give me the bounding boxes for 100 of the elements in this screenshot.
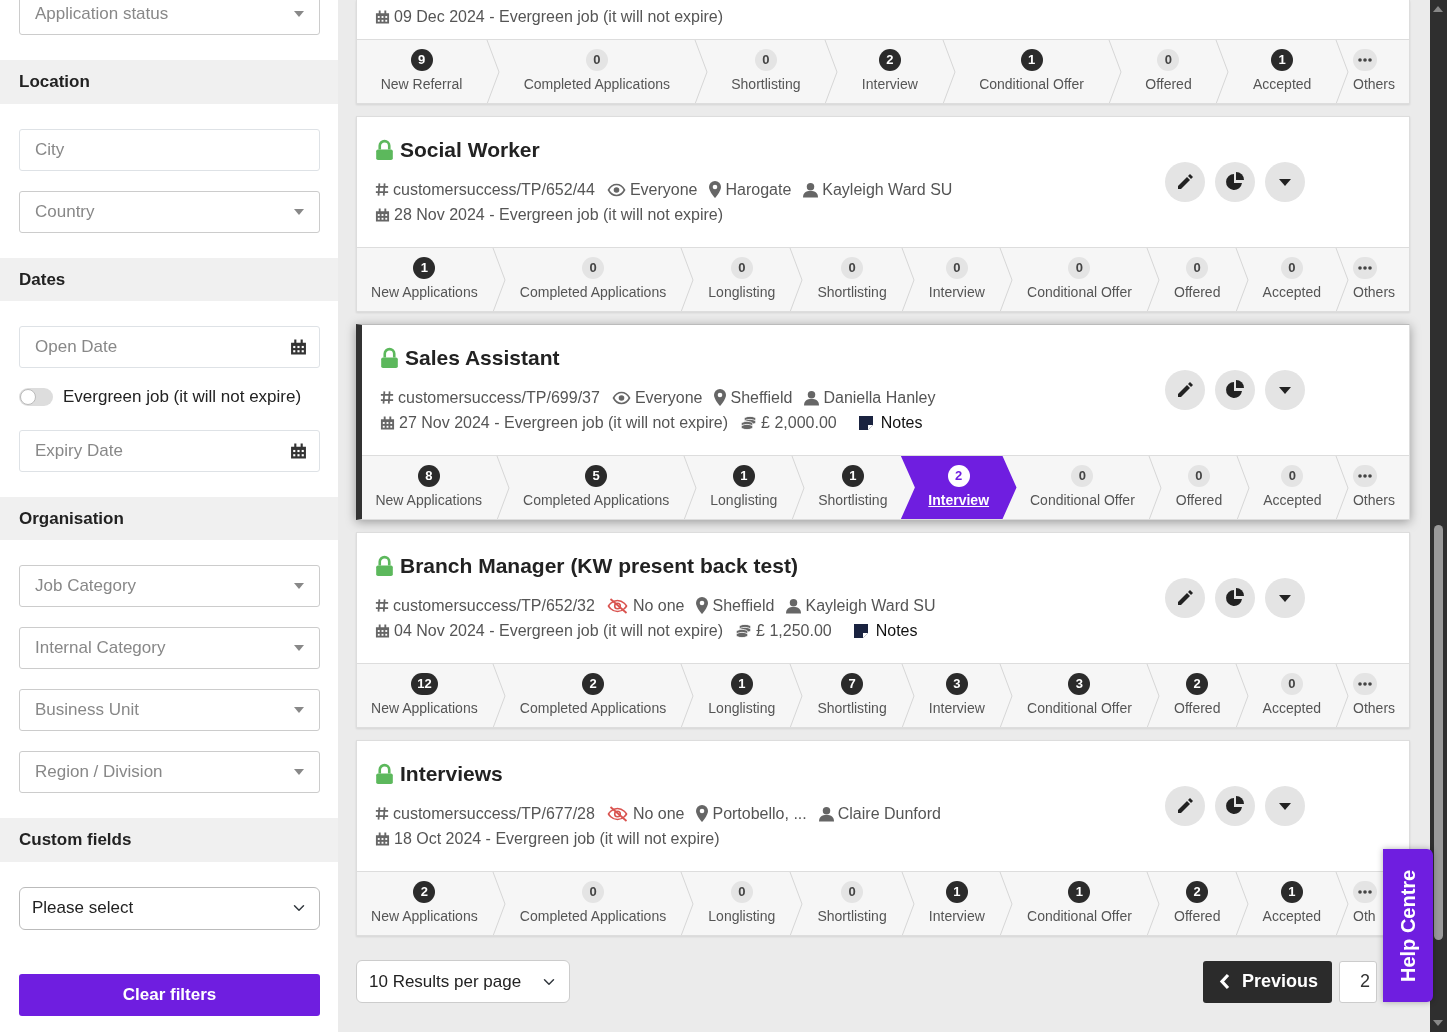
job-title[interactable]: Branch Manager (KW present back test) bbox=[400, 550, 798, 582]
stage-tab[interactable]: 2 Interview bbox=[838, 40, 942, 103]
caret-icon bbox=[294, 707, 304, 713]
map-pin-icon bbox=[696, 597, 709, 614]
more-options-button[interactable] bbox=[1265, 370, 1305, 410]
stage-tab[interactable]: 2 Completed Applications bbox=[505, 664, 681, 727]
stage-tab[interactable]: 1 Conditional Offer bbox=[955, 40, 1108, 103]
select-field[interactable]: Internal Category bbox=[19, 627, 320, 669]
count-badge: 1 bbox=[730, 672, 753, 695]
stage-tab[interactable]: 1 Accepted bbox=[1248, 872, 1336, 935]
select-field[interactable]: Region / Division bbox=[19, 751, 320, 793]
count-badge: 0 bbox=[1280, 256, 1303, 279]
date-field[interactable]: Expiry Date bbox=[19, 429, 320, 472]
stage-tab[interactable]: 1 Shortlisting bbox=[804, 456, 901, 519]
hash-icon bbox=[375, 806, 389, 821]
text-field[interactable]: City bbox=[19, 128, 320, 171]
job-title[interactable]: Interviews bbox=[400, 758, 503, 790]
job-date: 27 Nov 2024 - Evergreen job (it will not expire) bbox=[399, 412, 729, 433]
pie-chart-icon bbox=[1225, 172, 1245, 192]
stage-tab[interactable]: 1 Longlisting bbox=[694, 664, 790, 727]
scrollbar-thumb[interactable] bbox=[1434, 525, 1443, 940]
stage-tab[interactable]: 2 Offered bbox=[1159, 664, 1235, 727]
ellipsis-icon bbox=[1353, 256, 1378, 279]
stats-button[interactable] bbox=[1215, 162, 1255, 202]
stage-tab[interactable]: 0 Completed Applications bbox=[505, 872, 681, 935]
stage-tab[interactable]: 0 Interview bbox=[914, 248, 999, 311]
stage-tab[interactable]: 0 Shortlisting bbox=[707, 40, 825, 103]
stage-tab[interactable]: 0 Shortlisting bbox=[803, 872, 901, 935]
stage-tab[interactable]: 3 Conditional Offer bbox=[1012, 664, 1146, 727]
lock-icon bbox=[380, 347, 399, 369]
job-owner: Kayleigh Ward SU bbox=[805, 595, 936, 616]
stats-button[interactable] bbox=[1215, 370, 1255, 410]
stats-button[interactable] bbox=[1215, 578, 1255, 618]
stage-tab[interactable]: 0 Offered bbox=[1121, 40, 1216, 103]
stage-tab[interactable]: 0 Accepted bbox=[1249, 456, 1335, 519]
stage-tab[interactable]: 5 Completed Applications bbox=[509, 456, 683, 519]
select-field[interactable]: Please select bbox=[19, 886, 320, 930]
select-field[interactable]: Country bbox=[19, 190, 320, 233]
pie-chart-icon bbox=[1225, 796, 1245, 816]
toggle-switch[interactable] bbox=[19, 387, 53, 406]
clear-filters-button[interactable]: Clear filters bbox=[19, 973, 320, 1016]
stage-tab[interactable]: 0 Conditional Offer bbox=[1012, 248, 1146, 311]
stage-tab[interactable]: Oth bbox=[1353, 880, 1378, 927]
stage-tab[interactable]: 1 Longlisting bbox=[696, 456, 791, 519]
stage-tab[interactable]: 0 Accepted bbox=[1248, 248, 1336, 311]
visibility-label: Everyone bbox=[634, 387, 703, 408]
stage-tab[interactable]: 1 Conditional Offer bbox=[1012, 872, 1146, 935]
pencil-icon bbox=[1176, 589, 1194, 607]
edit-button[interactable] bbox=[1165, 370, 1205, 410]
select-field[interactable]: Business Unit bbox=[19, 689, 320, 731]
count-badge: 0 bbox=[730, 880, 753, 903]
stage-tab[interactable]: 0 Longlisting bbox=[694, 872, 790, 935]
stage-tab[interactable]: 1 Accepted bbox=[1229, 40, 1335, 103]
results-per-page-select[interactable]: 10 Results per page bbox=[356, 960, 570, 1003]
more-options-button[interactable] bbox=[1265, 162, 1305, 202]
stage-tab[interactable]: 1 New Applications bbox=[357, 248, 492, 311]
notes-link[interactable]: Notes bbox=[875, 618, 918, 643]
stage-tab[interactable]: 1 Interview bbox=[914, 872, 999, 935]
stage-tab[interactable]: 0 Completed Applications bbox=[505, 248, 681, 311]
stage-tab[interactable]: 12 New Applications bbox=[357, 664, 492, 727]
count-badge: 1 bbox=[1271, 48, 1294, 71]
stage-tab[interactable]: Others bbox=[1352, 464, 1395, 511]
count-badge: 12 bbox=[411, 672, 438, 695]
stage-tab[interactable]: Others bbox=[1353, 48, 1396, 95]
calendar-icon bbox=[375, 830, 390, 847]
more-options-button[interactable] bbox=[1265, 578, 1305, 618]
stage-tab[interactable]: Others bbox=[1353, 256, 1396, 303]
date-field[interactable]: Open Date bbox=[19, 326, 320, 368]
stage-tab[interactable]: 2 New Applications bbox=[357, 872, 492, 935]
select-field[interactable]: Job Category bbox=[19, 565, 320, 607]
stage-tab[interactable]: 2 Interview bbox=[900, 456, 1017, 519]
more-options-button[interactable] bbox=[1265, 786, 1305, 826]
stage-tab[interactable]: 0 Offered bbox=[1162, 456, 1236, 519]
stage-tab[interactable]: 0 Offered bbox=[1159, 248, 1235, 311]
help-centre-tab[interactable]: Help Centre bbox=[1383, 849, 1433, 1002]
stage-tab[interactable]: 2 Offered bbox=[1159, 872, 1235, 935]
stage-tab[interactable]: 0 Completed Applications bbox=[500, 40, 694, 103]
stage-tab[interactable]: Others bbox=[1353, 672, 1396, 719]
page-button[interactable]: 2 bbox=[1339, 960, 1377, 1003]
job-title[interactable]: Social Worker bbox=[400, 134, 540, 166]
stage-tab[interactable]: 0 Longlisting bbox=[694, 248, 790, 311]
stage-tab[interactable]: 7 Shortlisting bbox=[803, 664, 901, 727]
count-badge: 0 bbox=[1187, 464, 1210, 487]
job-salary: £ 1,250.00 bbox=[756, 620, 832, 641]
edit-button[interactable] bbox=[1165, 786, 1205, 826]
edit-button[interactable] bbox=[1165, 578, 1205, 618]
job-title[interactable]: Sales Assistant bbox=[405, 342, 560, 374]
previous-button[interactable]: Previous bbox=[1202, 960, 1332, 1003]
select-field[interactable]: Application status bbox=[19, 0, 320, 35]
stage-tab[interactable]: 0 Accepted bbox=[1248, 664, 1336, 727]
stage-tab[interactable]: 0 Conditional Offer bbox=[1016, 456, 1149, 519]
stage-tab[interactable]: 3 Interview bbox=[914, 664, 999, 727]
stage-tab[interactable]: 9 New Referral bbox=[357, 40, 486, 103]
stage-tab[interactable]: 0 Shortlisting bbox=[803, 248, 901, 311]
count-badge: 3 bbox=[945, 672, 968, 695]
stats-button[interactable] bbox=[1215, 786, 1255, 826]
stage-tab[interactable]: 8 New Applications bbox=[362, 456, 496, 519]
notes-link[interactable]: Notes bbox=[880, 410, 923, 435]
pencil-icon bbox=[1176, 381, 1194, 399]
edit-button[interactable] bbox=[1165, 162, 1205, 202]
